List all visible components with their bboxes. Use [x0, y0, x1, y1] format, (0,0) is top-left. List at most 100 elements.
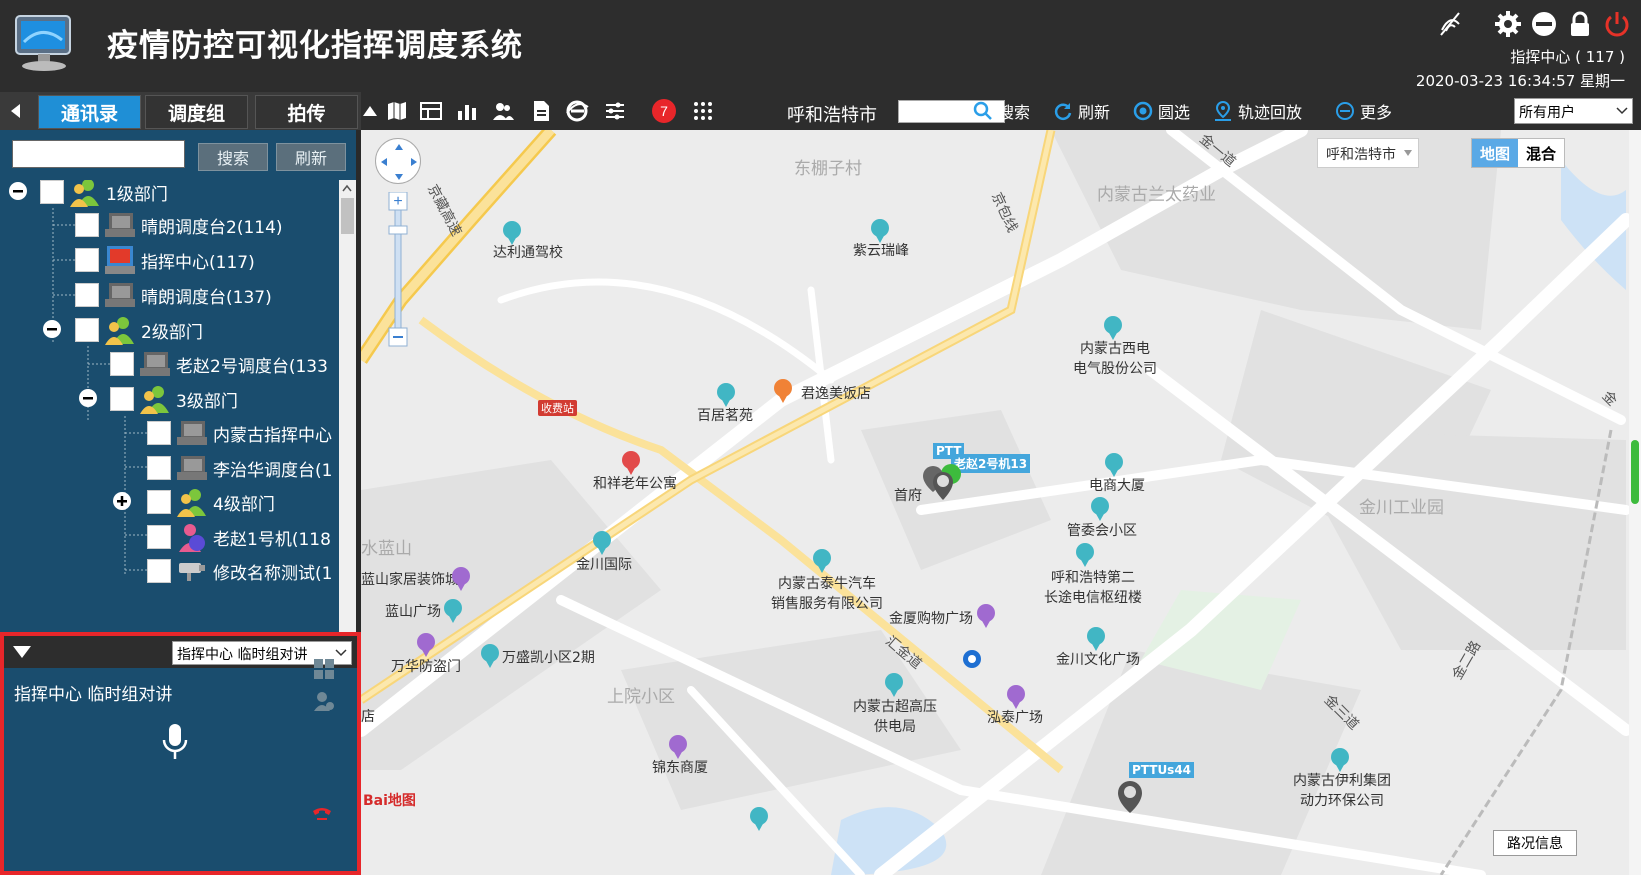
layers-tool[interactable]: [419, 92, 443, 130]
map-right-scrollbar[interactable]: [1629, 130, 1641, 875]
tree-checkbox[interactable]: [147, 421, 171, 445]
tree-node-terminal[interactable]: 晴朗调度台2(114): [75, 207, 283, 243]
poi-pin-icon[interactable]: [1085, 626, 1107, 652]
power-icon[interactable]: [1603, 10, 1631, 38]
map-view[interactable]: + 呼和浩特市 地图 混合 东棚子村 内蒙古兰太药业 达利通驾校 紫云瑞峰 京藏…: [361, 130, 1641, 875]
alerts-tool[interactable]: 7: [651, 92, 677, 130]
poi-pin-icon[interactable]: [1103, 452, 1125, 478]
microphone-icon[interactable]: [161, 722, 189, 762]
poi-pin-icon[interactable]: [1329, 747, 1351, 773]
tab-dispatch-groups[interactable]: 调度组: [145, 95, 248, 129]
shopping-pin-icon[interactable]: [450, 566, 472, 592]
poi-pin-icon[interactable]: [442, 598, 464, 624]
poi-pin-icon[interactable]: [883, 672, 905, 698]
vehicle-marker-icon[interactable]: [1117, 780, 1143, 814]
minimize-icon[interactable]: [1530, 10, 1558, 38]
shopping-pin-icon[interactable]: [415, 632, 437, 658]
tree-node-terminal[interactable]: 内蒙古指挥中心: [147, 415, 332, 451]
tree-checkbox[interactable]: [147, 559, 171, 583]
tree-node-terminal[interactable]: 修改名称测试(1: [147, 553, 332, 589]
collapse-node-icon[interactable]: [78, 388, 98, 408]
collapse-up-icon[interactable]: [361, 92, 379, 130]
tree-node-terminal[interactable]: 晴朗调度台(137): [75, 277, 272, 313]
tree-search-input[interactable]: [12, 140, 185, 168]
shopping-pin-icon[interactable]: [667, 734, 689, 760]
tree-checkbox[interactable]: [110, 387, 134, 411]
hotel-pin-icon[interactable]: [620, 450, 642, 476]
map-scroll-thumb[interactable]: [1631, 440, 1639, 504]
map-pan-control[interactable]: [375, 138, 421, 184]
tree-scroll-thumb[interactable]: [341, 198, 354, 234]
poi-pin-icon[interactable]: [869, 218, 891, 244]
track-playback-button[interactable]: 轨迹回放: [1213, 92, 1302, 130]
user-filter-select[interactable]: 所有用户: [1514, 98, 1633, 124]
lock-icon[interactable]: [1566, 10, 1594, 38]
tree-checkbox[interactable]: [75, 213, 99, 237]
no-signal-icon[interactable]: [1437, 10, 1463, 38]
layout-grid-icon[interactable]: [313, 658, 335, 680]
tree-node-dept-1[interactable]: 1级部门: [40, 180, 168, 210]
poi-pin-icon[interactable]: [501, 220, 523, 246]
add-member-icon[interactable]: [313, 690, 335, 712]
scroll-up-icon[interactable]: [342, 184, 352, 192]
expand-node-icon[interactable]: [112, 491, 132, 511]
vehicle-label[interactable]: PTTUs44: [1129, 762, 1195, 778]
poi-pin-icon[interactable]: [479, 643, 501, 669]
poi-pin-icon[interactable]: [715, 382, 737, 408]
more-button[interactable]: 更多: [1335, 92, 1392, 130]
tree-checkbox[interactable]: [75, 283, 99, 307]
restaurant-pin-icon[interactable]: [772, 378, 794, 404]
collapse-node-icon[interactable]: [42, 319, 62, 339]
tree-checkbox[interactable]: [40, 180, 64, 204]
tree-node-terminal[interactable]: 指挥中心(117): [75, 242, 255, 278]
tree-node-dept-4[interactable]: 4级部门: [147, 484, 275, 520]
tab-photo-upload[interactable]: 拍传: [255, 95, 358, 129]
tree-node-terminal[interactable]: 李治华调度台(1: [147, 450, 332, 486]
map-type-hybrid-button[interactable]: 混合: [1518, 139, 1564, 167]
car-service-pin-icon[interactable]: [811, 548, 833, 574]
monitor-logo-icon: [15, 15, 71, 71]
tree-checkbox[interactable]: [75, 318, 99, 342]
poi-pin-icon[interactable]: [1102, 315, 1124, 341]
poi-pin-icon[interactable]: [1074, 542, 1096, 568]
tree-checkbox[interactable]: [75, 248, 99, 272]
document-tool[interactable]: [529, 92, 553, 130]
users-tool[interactable]: [491, 92, 515, 130]
traffic-info-button[interactable]: 路况信息: [1493, 830, 1577, 856]
shopping-pin-icon[interactable]: [975, 603, 997, 629]
collapse-node-icon[interactable]: [8, 181, 28, 201]
apps-tool[interactable]: [691, 92, 715, 130]
tree-checkbox[interactable]: [147, 525, 171, 549]
map-type-map-button[interactable]: 地图: [1472, 139, 1518, 167]
vehicle-marker-cluster-icon[interactable]: [923, 462, 963, 506]
tree-search-button[interactable]: 搜索: [198, 143, 268, 171]
poi-pin-icon[interactable]: [591, 530, 613, 556]
browser-tool[interactable]: [565, 92, 589, 130]
poi-pin-icon[interactable]: [1089, 496, 1111, 522]
zoom-slider-thumb[interactable]: [388, 225, 408, 235]
zoom-control[interactable]: +: [388, 192, 408, 350]
chart-tool[interactable]: [455, 92, 479, 130]
search-button[interactable]: 搜索: [973, 92, 1030, 130]
refresh-button[interactable]: 刷新: [1053, 92, 1110, 130]
tree-node-terminal[interactable]: 老赵1号机(118: [147, 519, 331, 555]
poi-pin-icon[interactable]: [748, 806, 770, 832]
tree-checkbox[interactable]: [147, 456, 171, 480]
map-book-tool[interactable]: [385, 92, 409, 130]
shopping-pin-icon[interactable]: [1005, 684, 1027, 710]
tab-contacts[interactable]: 通讯录: [38, 95, 141, 129]
collapse-talk-icon[interactable]: [12, 645, 32, 659]
tree-node-terminal[interactable]: 老赵2号调度台(133: [110, 346, 328, 382]
circle-select-button[interactable]: 圆选: [1133, 92, 1190, 130]
hangup-icon[interactable]: [311, 801, 333, 823]
tree-node-dept-3[interactable]: 3级部门: [110, 381, 238, 417]
map-city-select[interactable]: 呼和浩特市: [1317, 138, 1419, 168]
tree-node-dept-2[interactable]: 2级部门: [75, 312, 203, 348]
tree-checkbox[interactable]: [110, 352, 134, 376]
settings-sliders-tool[interactable]: [603, 92, 627, 130]
gear-icon[interactable]: [1494, 10, 1522, 38]
collapse-left-icon[interactable]: [8, 102, 24, 120]
tree-checkbox[interactable]: [147, 490, 171, 514]
tree-refresh-button[interactable]: 刷新: [276, 143, 346, 171]
bank-pin-icon[interactable]: [961, 648, 983, 674]
